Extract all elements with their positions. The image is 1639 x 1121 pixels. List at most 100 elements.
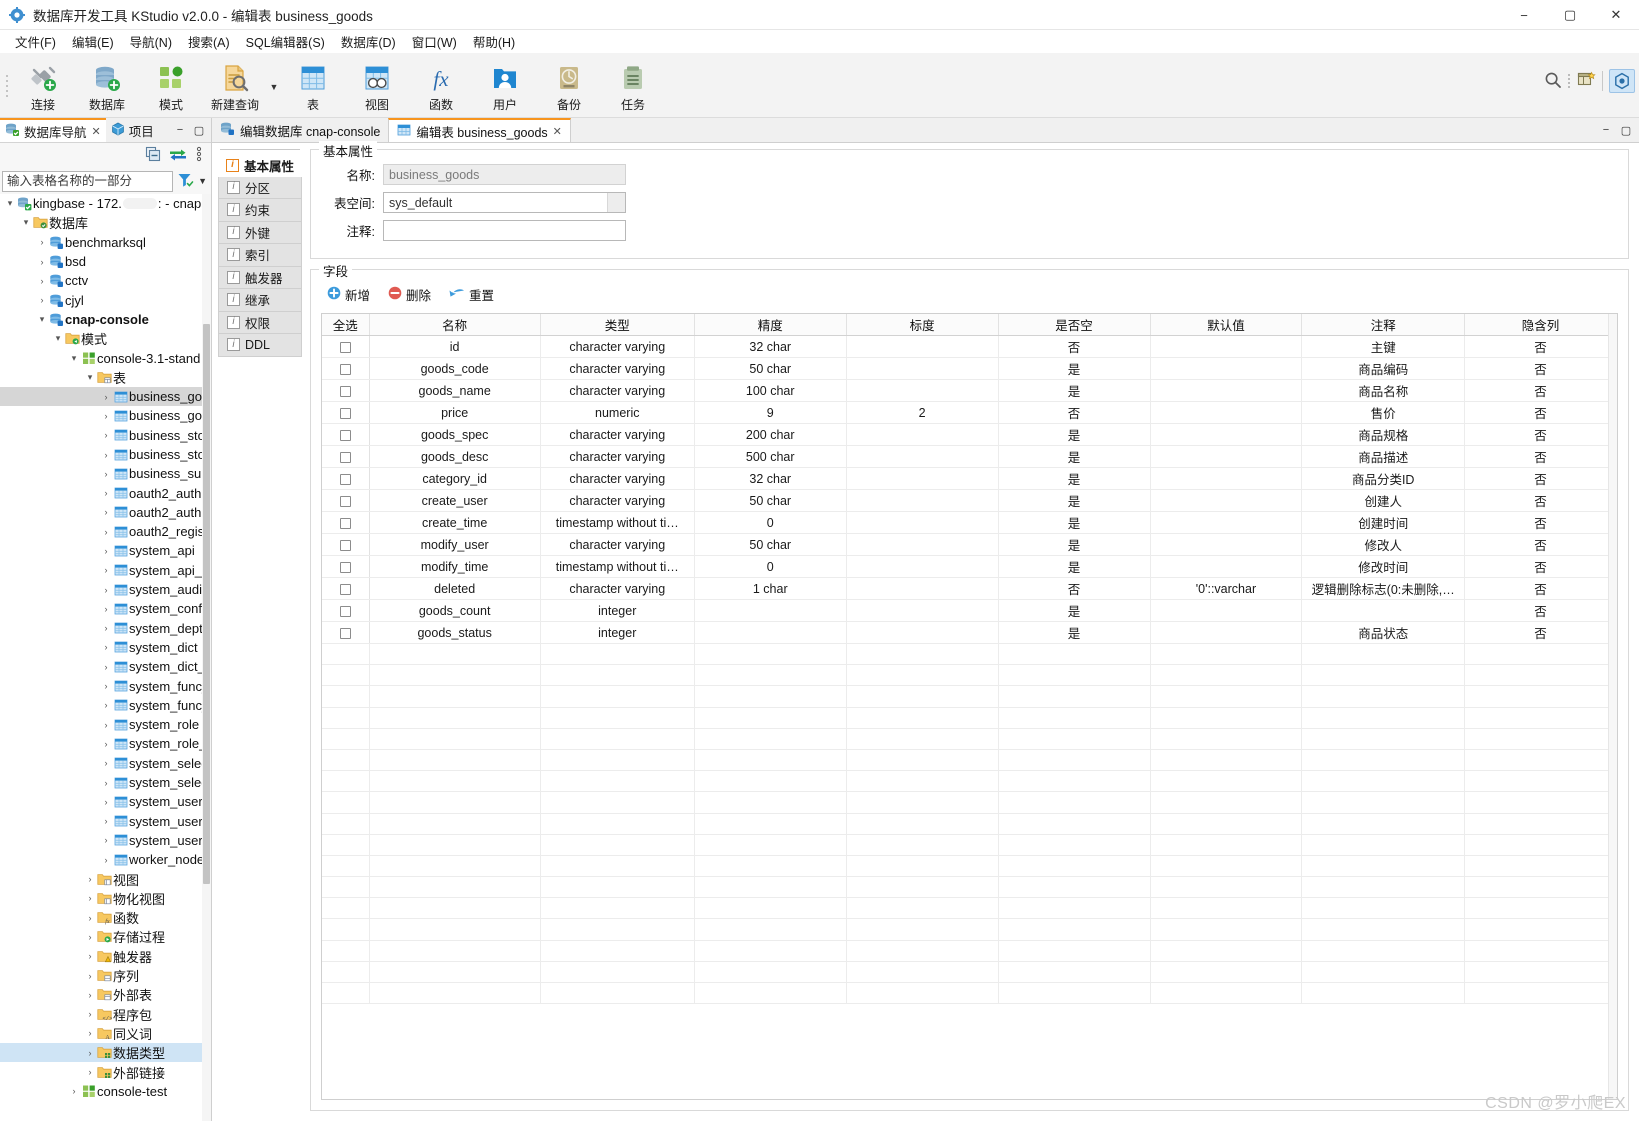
field-nullable[interactable]: 是: [998, 446, 1150, 468]
section-nav-item[interactable]: i约束: [218, 199, 302, 222]
field-comment[interactable]: 商品编码: [1302, 358, 1465, 380]
tree-node[interactable]: ›system_func_: [0, 696, 211, 715]
reset-fields-button[interactable]: 重置: [449, 285, 494, 304]
field-type[interactable]: integer: [540, 600, 694, 622]
field-hidden[interactable]: 否: [1465, 336, 1617, 358]
field-scale[interactable]: [846, 512, 998, 534]
chevron-down-icon[interactable]: ▾: [4, 198, 16, 209]
field-type[interactable]: character varying: [540, 534, 694, 556]
toolbar-user-button[interactable]: 用户: [473, 56, 537, 114]
field-type[interactable]: timestamp without ti…: [540, 512, 694, 534]
field-precision[interactable]: 200 char: [694, 424, 846, 446]
tree-node[interactable]: ›business_sup: [0, 464, 211, 483]
chevron-right-icon[interactable]: ›: [100, 623, 112, 633]
chevron-right-icon[interactable]: ›: [100, 565, 112, 575]
field-name[interactable]: modify_time: [369, 556, 540, 578]
chevron-right-icon[interactable]: ›: [100, 585, 112, 595]
field-default[interactable]: [1150, 600, 1302, 622]
field-nullable[interactable]: 否: [998, 336, 1150, 358]
chevron-right-icon[interactable]: ›: [100, 739, 112, 749]
tree-node[interactable]: ›A同义词: [0, 1024, 211, 1043]
chevron-right-icon[interactable]: ›: [100, 546, 112, 556]
tree-scrollbar-thumb[interactable]: [203, 324, 210, 884]
field-scale[interactable]: [846, 380, 998, 402]
field-hidden[interactable]: 否: [1465, 446, 1617, 468]
tree-node[interactable]: ›bsd: [0, 252, 211, 271]
chevron-right-icon[interactable]: ›: [84, 1048, 96, 1058]
row-checkbox[interactable]: [340, 628, 351, 639]
toolbar-new-query-button[interactable]: 新建查询: [203, 56, 267, 114]
toolbar-table-button[interactable]: 表: [281, 56, 345, 114]
row-checkbox[interactable]: [340, 386, 351, 397]
field-default[interactable]: [1150, 490, 1302, 512]
field-precision[interactable]: 32 char: [694, 336, 846, 358]
tree-node[interactable]: ›system_audit: [0, 580, 211, 599]
tree-node[interactable]: ›oauth2_auth: [0, 503, 211, 522]
col-precision[interactable]: 精度: [694, 314, 846, 336]
chevron-right-icon[interactable]: ›: [100, 758, 112, 768]
tablespace-picker-button[interactable]: [607, 193, 625, 212]
field-comment[interactable]: 创建时间: [1302, 512, 1465, 534]
chevron-down-icon[interactable]: ▾: [52, 333, 64, 344]
row-checkbox-cell[interactable]: [322, 534, 369, 556]
field-type[interactable]: integer: [540, 622, 694, 644]
field-name[interactable]: goods_desc: [369, 446, 540, 468]
field-comment[interactable]: 商品状态: [1302, 622, 1465, 644]
field-precision[interactable]: 9: [694, 402, 846, 424]
tree-node[interactable]: ›system_api: [0, 541, 211, 560]
table-row[interactable]: deletedcharacter varying1 char否'0'::varc…: [322, 578, 1617, 600]
col-hidden[interactable]: 隐含列: [1465, 314, 1617, 336]
tree-node[interactable]: ▾cnap-console: [0, 310, 211, 329]
row-checkbox-cell[interactable]: [322, 622, 369, 644]
field-hidden[interactable]: 否: [1465, 534, 1617, 556]
toolbar-view-button[interactable]: 视图: [345, 56, 409, 114]
field-scale[interactable]: 2: [846, 402, 998, 424]
left-panel-minimize-icon[interactable]: −: [173, 124, 187, 136]
tree-node[interactable]: ›system_role: [0, 715, 211, 734]
field-nullable[interactable]: 是: [998, 556, 1150, 578]
field-scale[interactable]: [846, 336, 998, 358]
field-default[interactable]: [1150, 424, 1302, 446]
tree-node[interactable]: ›system_dict: [0, 638, 211, 657]
chevron-right-icon[interactable]: ›: [84, 913, 96, 923]
field-precision[interactable]: [694, 600, 846, 622]
toolbar-connect-button[interactable]: 连接: [11, 56, 75, 114]
tree-node[interactable]: ›物化视图: [0, 889, 211, 908]
field-type[interactable]: character varying: [540, 358, 694, 380]
menu-search[interactable]: 搜索(A): [180, 30, 238, 53]
chevron-right-icon[interactable]: ›: [84, 932, 96, 942]
tree-node[interactable]: ›oauth2_auth: [0, 483, 211, 502]
new-query-dropdown-icon[interactable]: ▼: [267, 82, 281, 92]
chevron-right-icon[interactable]: ›: [68, 1086, 80, 1096]
tablespace-input[interactable]: sys_default: [383, 192, 626, 213]
tree-node[interactable]: ›system_api_s: [0, 561, 211, 580]
new-perspective-icon[interactable]: [1577, 70, 1596, 92]
tree-node[interactable]: ›business_go: [0, 387, 211, 406]
field-type[interactable]: character varying: [540, 336, 694, 358]
field-name[interactable]: goods_spec: [369, 424, 540, 446]
field-comment[interactable]: 商品描述: [1302, 446, 1465, 468]
filter-icon[interactable]: [177, 172, 194, 191]
chevron-down-icon[interactable]: ▼: [198, 176, 207, 186]
chevron-right-icon[interactable]: ›: [100, 507, 112, 517]
editor-maximize-icon[interactable]: ▢: [1619, 124, 1633, 137]
field-comment[interactable]: 主键: [1302, 336, 1465, 358]
section-nav-item[interactable]: i分区: [218, 177, 302, 200]
row-checkbox[interactable]: [340, 364, 351, 375]
section-nav-item[interactable]: i索引: [218, 244, 302, 267]
left-panel-maximize-icon[interactable]: ▢: [192, 124, 206, 137]
tree-node[interactable]: ›business_go: [0, 406, 211, 425]
tree-node[interactable]: ›视图: [0, 869, 211, 888]
field-precision[interactable]: 50 char: [694, 490, 846, 512]
chevron-right-icon[interactable]: ›: [100, 450, 112, 460]
row-checkbox[interactable]: [340, 342, 351, 353]
tree-node[interactable]: ›序列: [0, 966, 211, 985]
row-checkbox-cell[interactable]: [322, 402, 369, 424]
row-checkbox[interactable]: [340, 496, 351, 507]
tree-node[interactable]: ›</>程序包: [0, 1004, 211, 1023]
field-type[interactable]: numeric: [540, 402, 694, 424]
col-select-all[interactable]: 全选: [322, 314, 369, 336]
close-button[interactable]: ✕: [1593, 0, 1639, 30]
menu-navigate[interactable]: 导航(N): [122, 30, 180, 53]
field-nullable[interactable]: 是: [998, 468, 1150, 490]
